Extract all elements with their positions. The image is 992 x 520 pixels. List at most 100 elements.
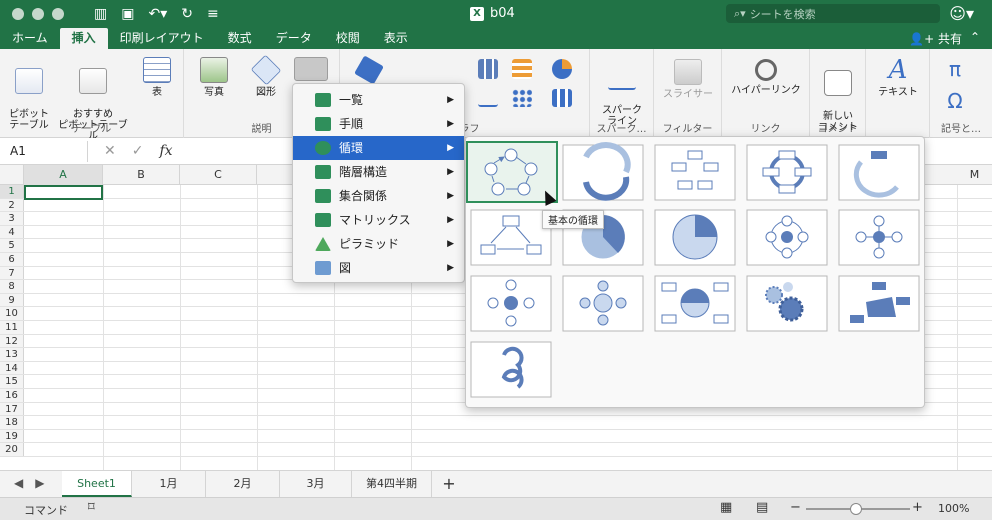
cancel-icon[interactable]: ✕ (104, 143, 116, 159)
tab-insert[interactable]: 挿入 (59, 28, 108, 49)
photo-button[interactable]: 写真 (192, 57, 236, 98)
row-header[interactable]: 6 (0, 252, 24, 266)
layout-diverging-radial[interactable] (562, 275, 644, 332)
tab-review[interactable]: 校閲 (324, 28, 372, 49)
insert-function-icon[interactable]: fx (159, 143, 172, 159)
menu-item-matrix[interactable]: マトリックス ▶ (293, 208, 464, 232)
column-header-a[interactable]: A (24, 165, 103, 185)
row-header[interactable]: 4 (0, 225, 24, 239)
layout-segmented-cycle[interactable] (746, 144, 828, 201)
menu-item-picture[interactable]: 図 ▶ (293, 256, 464, 280)
row-header[interactable]: 9 (0, 293, 24, 307)
undo-icon[interactable]: ↶▾ (148, 6, 167, 22)
shapes-button[interactable]: 図形 (244, 54, 288, 98)
tab-page-layout[interactable]: 印刷レイアウト (108, 28, 216, 49)
menu-item-relationship[interactable]: 集合関係 ▶ (293, 184, 464, 208)
search-input[interactable]: シートを検索 (750, 6, 816, 22)
pie-chart-button[interactable] (548, 59, 576, 83)
add-sheet-button[interactable]: + (432, 471, 466, 497)
page-layout-view-icon[interactable]: ▤ (756, 500, 768, 515)
redo-icon[interactable]: ↻ (181, 6, 193, 22)
sheet-nav-arrows[interactable]: ◀▶ (14, 476, 56, 490)
search-sheet-box[interactable]: ⌕▾ シートを検索 (726, 4, 940, 23)
tab-view[interactable]: 表示 (372, 28, 420, 49)
menu-item-hierarchy[interactable]: 階層構造 ▶ (293, 160, 464, 184)
layout-pie-cycle[interactable] (654, 209, 736, 266)
line-chart-button[interactable] (474, 89, 502, 111)
column-chart-button[interactable] (474, 59, 502, 85)
normal-view-icon[interactable]: ▦ (720, 500, 732, 515)
row-header[interactable]: 17 (0, 402, 24, 416)
select-all-corner[interactable] (0, 165, 24, 185)
zoom-in-button[interactable]: + (912, 500, 923, 515)
customize-qat-icon[interactable]: ≡ (207, 6, 219, 22)
row-header[interactable]: 1 (0, 185, 24, 198)
row-header[interactable]: 16 (0, 388, 24, 402)
close-window-button[interactable] (12, 8, 24, 20)
minimize-window-button[interactable] (32, 8, 44, 20)
name-box[interactable]: A1 (4, 140, 88, 162)
selected-cell-a1[interactable] (24, 185, 103, 200)
zoom-out-button[interactable]: − (790, 500, 801, 515)
share-button[interactable]: 👤+ 共有 (909, 30, 962, 47)
row-header[interactable]: 11 (0, 320, 24, 334)
menu-item-pyramid[interactable]: ピラミッド ▶ (293, 232, 464, 256)
zoom-level[interactable]: 100% (938, 502, 969, 515)
row-header[interactable]: 15 (0, 375, 24, 388)
row-header[interactable]: 13 (0, 348, 24, 361)
row-header[interactable]: 7 (0, 266, 24, 280)
row-header[interactable]: 14 (0, 361, 24, 375)
row-header[interactable]: 10 (0, 307, 24, 320)
menu-item-list[interactable]: 一覧 ▶ (293, 88, 464, 112)
tab-home[interactable]: ホーム (0, 28, 60, 49)
row-header[interactable]: 12 (0, 334, 24, 348)
save-icon[interactable]: ▣ (121, 6, 134, 22)
stock-chart-button[interactable] (548, 89, 576, 111)
row-header[interactable]: 8 (0, 280, 24, 293)
layout-continuous-cycle[interactable] (470, 209, 552, 266)
layout-radial-list[interactable] (838, 209, 920, 266)
column-header-m[interactable]: M (957, 165, 992, 185)
text-button[interactable]: A テキスト (870, 57, 926, 98)
enter-icon[interactable]: ✓ (132, 143, 144, 159)
table-button[interactable]: 表 (138, 57, 176, 98)
row-header[interactable]: 3 (0, 212, 24, 225)
row-header[interactable]: 2 (0, 198, 24, 212)
row-header[interactable]: 19 (0, 429, 24, 443)
layout-interlocking-cycle[interactable] (470, 341, 552, 398)
menu-item-process[interactable]: 手順 ▶ (293, 112, 464, 136)
scatter-chart-button[interactable] (508, 89, 536, 111)
column-header-c[interactable]: C (180, 165, 257, 185)
zoom-slider-thumb[interactable] (850, 503, 862, 515)
row-header[interactable]: 18 (0, 416, 24, 429)
feedback-smiley-icon[interactable]: ☺▾ (949, 4, 974, 23)
bar-chart-button[interactable] (508, 59, 536, 83)
sheet-tab-sheet1[interactable]: Sheet1 (62, 471, 132, 497)
macro-record-icon[interactable]: ⌑ (88, 500, 95, 515)
layout-text-cycle[interactable] (562, 142, 644, 201)
collapse-ribbon-icon[interactable]: ⌃ (970, 30, 980, 44)
sheet-tab-mar[interactable]: 3月 (280, 471, 352, 497)
row-header[interactable]: 5 (0, 239, 24, 252)
sheet-tab-jan[interactable]: 1月 (132, 471, 206, 497)
sheet-tab-feb[interactable]: 2月 (206, 471, 280, 497)
layout-block-cycle[interactable] (654, 144, 736, 201)
layout-gear[interactable] (746, 275, 828, 332)
symbol-button[interactable]: Ω (940, 89, 970, 113)
sheet-tab-q4[interactable]: 第4四半期 (352, 471, 432, 497)
layout-radial-venn[interactable] (838, 275, 920, 332)
row-header[interactable]: 20 (0, 443, 24, 456)
sparkline-button[interactable]: スパーク ライン (594, 59, 650, 127)
zoom-window-button[interactable] (52, 8, 64, 20)
layout-basic-radial[interactable] (470, 275, 552, 332)
hyperlink-button[interactable]: ハイパーリンク (726, 59, 806, 96)
sidebar-icon[interactable]: ▥ (94, 6, 107, 22)
menu-item-cycle[interactable]: 循環 ▶ (293, 136, 464, 160)
equation-button[interactable]: π (940, 57, 970, 81)
layout-hub-cycle[interactable] (746, 209, 828, 266)
slicer-button[interactable]: スライサー (658, 59, 718, 100)
column-header-b[interactable]: B (103, 165, 180, 185)
smartart-button[interactable] (294, 57, 328, 81)
tab-formulas[interactable]: 数式 (216, 28, 264, 49)
layout-nondirectional-cycle[interactable] (838, 144, 920, 201)
